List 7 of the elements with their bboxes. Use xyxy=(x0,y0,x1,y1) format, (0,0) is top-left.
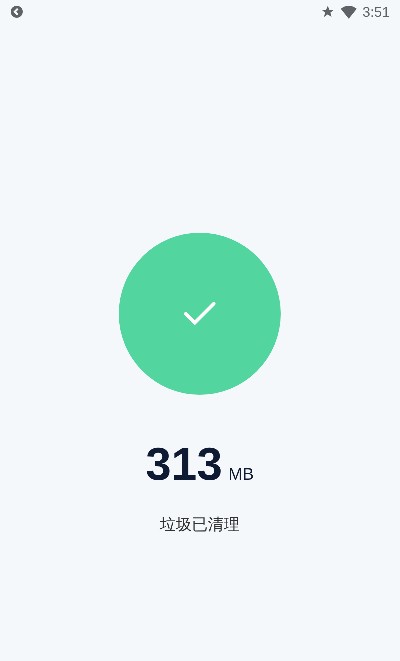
cleaned-caption: 垃圾已清理 xyxy=(160,516,240,536)
cleaned-amount: 313 xyxy=(146,441,223,487)
star-icon xyxy=(320,5,335,19)
amount-unit: MB xyxy=(228,464,254,486)
status-time: 3:51 xyxy=(362,2,390,22)
checkmark-icon xyxy=(184,302,216,326)
wifi-icon xyxy=(340,6,357,18)
